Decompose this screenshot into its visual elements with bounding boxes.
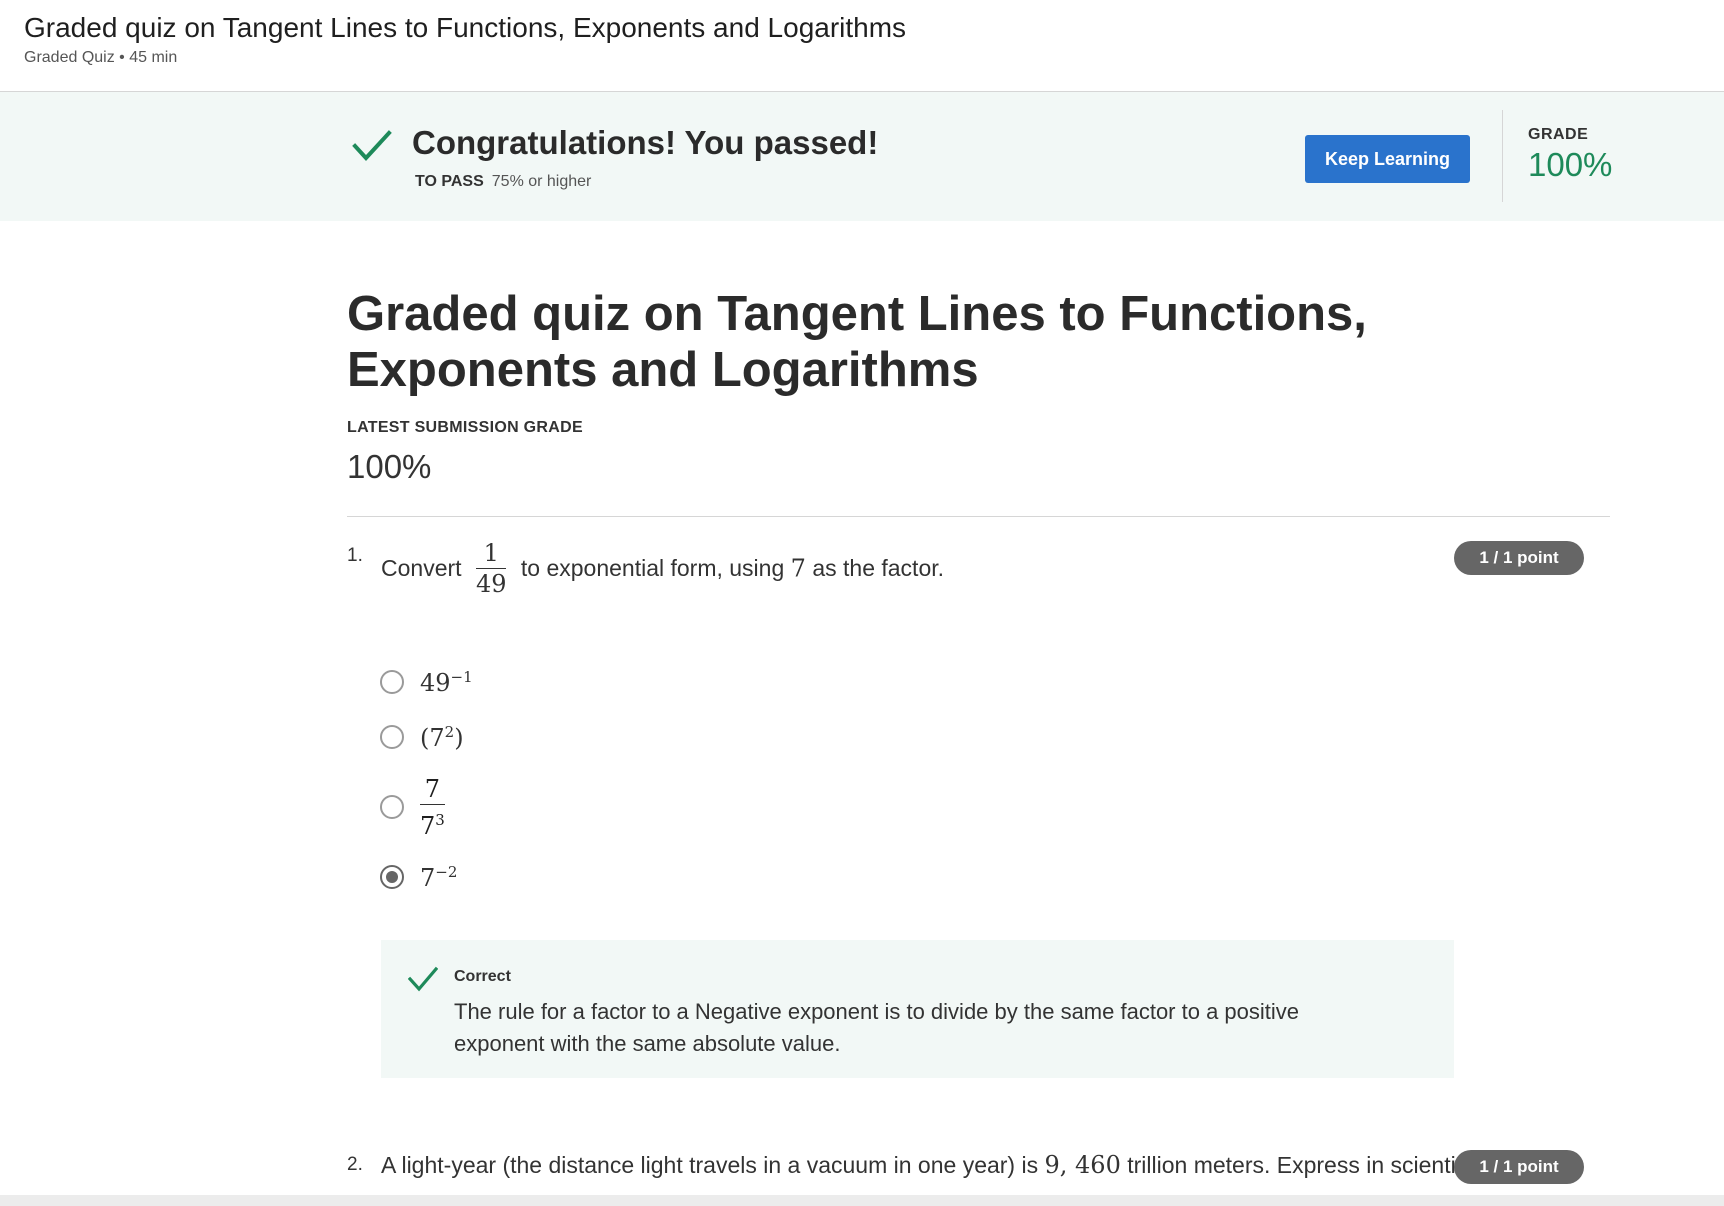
answer-option[interactable]: (72) [380, 717, 464, 757]
answer-option[interactable]: 7 73 [380, 772, 453, 842]
question-text-after: trillion meters. Express in scientific [1127, 1152, 1479, 1178]
question-number: 1. [347, 545, 363, 566]
question-text-end: as the factor. [812, 555, 945, 581]
to-pass-label: TO PASS [415, 173, 484, 190]
option-base: (7 [420, 723, 445, 752]
check-icon [408, 966, 438, 992]
congrats-message: Congratulations! You passed! [412, 124, 879, 161]
banner-divider [1502, 110, 1503, 202]
denominator-exponent: 3 [435, 810, 445, 829]
radio-button-selected[interactable] [380, 865, 404, 889]
latest-submission-grade: 100% [347, 448, 432, 485]
question-number: 2. [347, 1154, 363, 1175]
latest-submission-label: LATEST SUBMISSION GRADE [347, 419, 583, 436]
grade-label: GRADE [1528, 126, 1589, 143]
check-icon [352, 130, 392, 161]
feedback-box: Correct The rule for a factor to a Negat… [381, 940, 1454, 1078]
radio-button[interactable] [380, 795, 404, 819]
points-badge: 1 / 1 point [1454, 1150, 1584, 1184]
answer-option-selected[interactable]: 7−2 [380, 857, 457, 897]
question-text-before: A light-year (the distance light travels… [381, 1152, 1039, 1178]
keep-learning-button[interactable]: Keep Learning [1305, 135, 1470, 183]
answer-option[interactable]: 49−1 [380, 662, 473, 702]
option-math: 7−2 [420, 863, 457, 892]
divider [347, 516, 1610, 517]
question-1-text: Convert 1 49 to exponential form, using … [381, 538, 944, 599]
denominator-base: 7 [420, 811, 436, 840]
feedback-text: The rule for a factor to a Negative expo… [454, 999, 1300, 1056]
option-base: 49 [420, 668, 451, 697]
question-text-after: to exponential form, using [520, 555, 785, 581]
option-exponent: −1 [450, 667, 473, 686]
points-badge: 1 / 1 point [1454, 541, 1584, 575]
radio-button[interactable] [380, 725, 404, 749]
quiz-header-title: Graded quiz on Tangent Lines to Function… [24, 12, 907, 43]
fraction-denominator: 49 [475, 570, 507, 598]
grade-value: 100% [1528, 146, 1613, 183]
option-fraction-numerator: 7 [420, 774, 445, 805]
top-bar: Graded quiz on Tangent Lines to Function… [0, 0, 1724, 92]
light-year-value: 9, 460 [1044, 1151, 1121, 1179]
question-text-before: Convert [381, 555, 462, 581]
option-base: 7 [420, 863, 436, 892]
question-2-text: A light-year (the distance light travels… [381, 1151, 1479, 1179]
to-pass-info: TO PASS 75% or higher [415, 173, 591, 191]
option-fraction-denominator: 73 [420, 805, 445, 841]
page-title: Graded quiz on Tangent Lines to Function… [347, 287, 1367, 397]
factor-value: 7 [790, 554, 806, 583]
option-exponent: −2 [435, 862, 458, 881]
to-pass-value: 75% or higher [491, 173, 592, 190]
option-suffix: ) [454, 723, 464, 752]
radio-button[interactable] [380, 670, 404, 694]
fraction: 1 49 [475, 538, 507, 599]
quiz-header-subtitle: Graded Quiz • 45 min [24, 49, 178, 66]
option-math: 49−1 [420, 668, 473, 697]
option-math: (72) [420, 723, 464, 752]
feedback-label: Correct [454, 968, 511, 985]
fraction-numerator: 1 [475, 538, 507, 569]
bottom-scroll-strip [0, 1195, 1724, 1206]
option-fraction: 7 73 [420, 774, 445, 841]
option-exponent: 2 [444, 722, 455, 741]
